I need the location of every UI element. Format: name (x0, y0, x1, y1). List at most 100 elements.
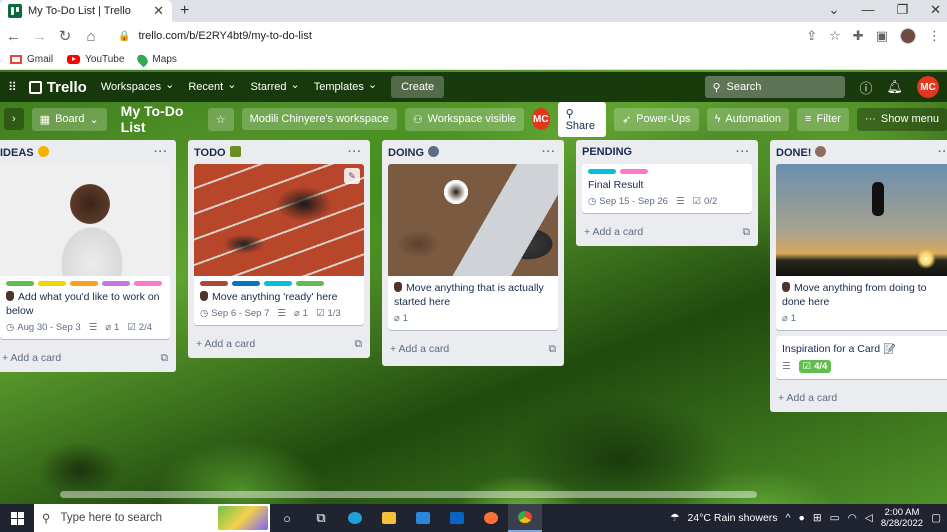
bookmark-maps[interactable]: Maps (135, 52, 177, 67)
powerups-button[interactable]: ➶ Power-Ups (613, 107, 699, 131)
add-card-button[interactable]: + Add a card (770, 385, 947, 411)
card[interactable]: ✎ Move anything 'ready' here ◷ Sep 6 - Se… (194, 164, 364, 325)
list-header[interactable]: IDEAS ··· (0, 140, 176, 164)
label-pink[interactable] (134, 281, 162, 286)
list-menu-icon[interactable]: ··· (736, 146, 750, 158)
card[interactable]: Inspiration for a Card 📝︎ ☰ ☑ 4/4 (776, 336, 947, 379)
card[interactable]: Move anything from doing to done here ⌀ 1 (776, 164, 947, 330)
trello-logo[interactable]: Trello (28, 79, 87, 96)
board-view-switcher[interactable]: ▦ Board ⌄ (31, 107, 107, 131)
filter-button[interactable]: ≡ Filter (797, 107, 849, 131)
list-menu-icon[interactable]: ··· (542, 146, 556, 158)
share-button[interactable]: ⚲ Share (557, 101, 606, 137)
tray-app-icon[interactable]: ● (798, 512, 804, 524)
chrome-taskbar-icon[interactable] (508, 504, 542, 532)
add-card-button[interactable]: + Add a card ⧉ (0, 345, 176, 371)
board-title[interactable]: My To-Do List (115, 103, 200, 135)
bookmark-gmail[interactable]: Gmail (10, 54, 53, 65)
label-sky[interactable] (264, 281, 292, 286)
new-tab-icon[interactable]: + (180, 0, 189, 22)
notifications-icon[interactable]: ▢ (931, 512, 941, 524)
taskbar-search-input[interactable]: ⚲ Type here to search (34, 504, 270, 532)
minimize-icon[interactable]: — (861, 2, 874, 18)
menu-recent[interactable]: Recent (188, 81, 236, 94)
star-board-button[interactable]: ☆ (207, 107, 234, 131)
list-menu-icon[interactable]: ··· (938, 146, 947, 158)
extensions-icon[interactable]: ✚ (853, 28, 864, 44)
list-menu-icon[interactable]: ··· (348, 146, 362, 158)
label-sky[interactable] (588, 169, 616, 174)
template-icon[interactable]: ⧉ (549, 343, 557, 356)
weather-text[interactable]: 24°C Rain showers (688, 512, 778, 524)
wifi-icon[interactable]: ◠ (848, 512, 857, 524)
bookmark-youtube[interactable]: YouTube (67, 54, 124, 65)
menu-workspaces[interactable]: Workspaces (101, 81, 175, 94)
list-header[interactable]: DOING ··· (382, 140, 564, 164)
firefox-icon[interactable] (474, 504, 508, 532)
back-icon[interactable]: ← (6, 28, 21, 45)
workspace-button[interactable]: Modili Chinyere's workspace (241, 108, 397, 130)
sidebar-toggle-chevron-icon[interactable]: › (4, 108, 24, 130)
list-header[interactable]: TODO ··· (188, 140, 370, 164)
taskbar-clock[interactable]: 2:00 AM 8/28/2022 (881, 507, 923, 529)
template-icon[interactable]: ⧉ (743, 226, 751, 239)
template-icon[interactable]: ⧉ (161, 352, 169, 365)
network-icon[interactable]: ⊞ (813, 512, 822, 524)
member-avatar[interactable]: MC (532, 108, 550, 130)
store-icon[interactable] (406, 504, 440, 532)
edit-pencil-icon[interactable]: ✎ (344, 168, 360, 184)
add-card-button[interactable]: + Add a card ⧉ (382, 336, 564, 362)
lock-icon[interactable]: 🔒 (118, 31, 130, 42)
list-header[interactable]: DONE! ··· (770, 140, 947, 164)
chrome-menu-icon[interactable]: ⋮ (928, 28, 941, 44)
app-switcher-icon[interactable]: ⠿ (8, 80, 17, 94)
window-close-icon[interactable]: ✕ (930, 2, 941, 18)
card[interactable]: Final Result ◷ Sep 15 - Sep 26 ☰ ☑ 0/2 (582, 164, 752, 213)
visibility-button[interactable]: ⚇ Workspace visible (404, 107, 525, 131)
add-card-button[interactable]: + Add a card ⧉ (188, 331, 370, 357)
add-card-button[interactable]: + Add a card ⧉ (576, 219, 758, 245)
sidepanel-icon[interactable]: ▣ (876, 28, 888, 44)
display-icon[interactable]: ▭ (830, 512, 840, 524)
share-page-icon[interactable]: ⇪ (806, 28, 817, 44)
volume-icon[interactable]: ◁ (865, 512, 873, 524)
weather-icon[interactable]: ☂ (670, 512, 679, 524)
notifications-bell-icon[interactable]: 🔔︎ (886, 79, 903, 95)
cortana-icon[interactable]: ○ (270, 504, 304, 532)
profile-avatar[interactable] (900, 28, 916, 44)
info-icon[interactable]: ⓘ (859, 78, 872, 97)
list-menu-icon[interactable]: ··· (154, 146, 168, 158)
board-horizontal-scrollbar[interactable] (60, 491, 757, 498)
forward-icon[interactable]: → (32, 28, 47, 45)
bookmark-star-icon[interactable]: ☆ (829, 28, 841, 44)
user-avatar[interactable]: MC (917, 76, 939, 98)
menu-starred[interactable]: Starred (250, 81, 299, 94)
menu-templates[interactable]: Templates (314, 81, 377, 94)
show-menu-button[interactable]: ··· Show menu (856, 107, 947, 131)
label-green[interactable] (296, 281, 324, 286)
tab-search-icon[interactable]: ⌄ (829, 2, 840, 18)
file-explorer-icon[interactable] (372, 504, 406, 532)
home-icon[interactable]: ⌂ (84, 28, 98, 45)
card[interactable]: Add what you'd like to work on below ◷ Au… (0, 164, 170, 339)
automation-button[interactable]: ϟ Automation (706, 107, 790, 131)
template-icon[interactable]: ⧉ (355, 338, 363, 351)
url-text[interactable]: trello.com/b/E2RY4bt9/my-to-do-list (138, 30, 786, 42)
close-icon[interactable]: ✕ (153, 3, 164, 19)
edge-icon[interactable] (338, 504, 372, 532)
start-button[interactable] (0, 504, 34, 532)
label-orange[interactable] (70, 281, 98, 286)
list-header[interactable]: PENDING ··· (576, 140, 758, 164)
task-view-icon[interactable]: ⧉ (304, 504, 338, 532)
omnibox[interactable]: 🔒 trello.com/b/E2RY4bt9/my-to-do-list (110, 25, 794, 47)
search-input[interactable]: ⚲ Search (705, 76, 846, 98)
mail-icon[interactable] (440, 504, 474, 532)
label-pink[interactable] (620, 169, 648, 174)
card[interactable]: Move anything that is actually started h… (388, 164, 558, 330)
label-yellow[interactable] (38, 281, 66, 286)
label-red[interactable] (200, 281, 228, 286)
label-blue[interactable] (232, 281, 260, 286)
due-date-badge[interactable]: ◷ Sep 6 - Sep 7 (200, 308, 269, 319)
reload-icon[interactable]: ↻ (58, 27, 72, 45)
due-date-badge[interactable]: ◷ Sep 15 - Sep 26 (588, 196, 668, 207)
